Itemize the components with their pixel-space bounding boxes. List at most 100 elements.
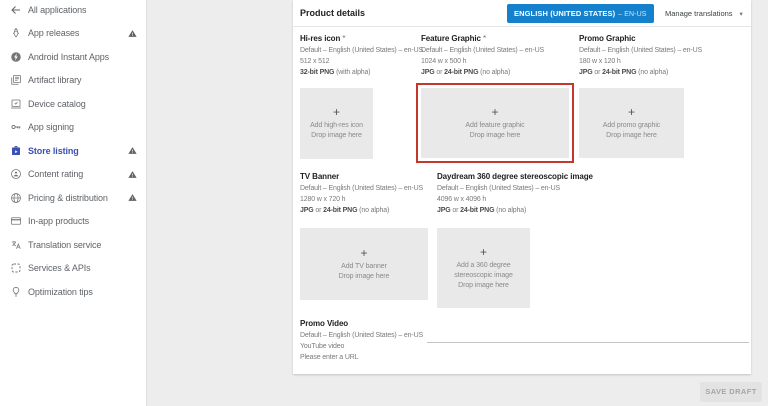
section-promo-graphic: Promo Graphic Default – English (United …	[579, 33, 702, 78]
asset-title: Hi-res icon	[300, 34, 340, 43]
warning-icon	[128, 193, 137, 202]
key-icon	[10, 121, 22, 133]
page-title: Product details	[300, 0, 365, 26]
sidebar-item-label: All applications	[28, 5, 86, 15]
asset-locale: Default – English (United States) – en-U…	[300, 330, 423, 341]
asset-format: JPG or 24-bit PNG (no alpha)	[579, 67, 702, 78]
sidebar-item-label: Artifact library	[28, 75, 81, 85]
warning-icon	[128, 29, 137, 38]
upload-action-label: Add TV banner	[341, 262, 387, 272]
sidebar-item-artifact-library[interactable]: Artifact library	[0, 69, 146, 93]
section-feature-graphic: Feature Graphic * Default – English (Uni…	[421, 33, 544, 78]
upload-dropzone-daydream-image[interactable]: + Add a 360 degree stereoscopic image Dr…	[437, 228, 530, 308]
sidebar-item-optimization-tips[interactable]: Optimization tips	[0, 280, 146, 304]
instant-apps-icon	[10, 51, 22, 63]
warning-icon	[128, 146, 137, 155]
asset-format: JPG or 24-bit PNG (no alpha)	[300, 205, 423, 216]
upload-hint-label: Drop image here	[606, 131, 657, 141]
asset-title: TV Banner	[300, 172, 339, 181]
section-hi-res-icon: Hi-res icon * Default – English (United …	[300, 33, 423, 78]
sidebar-item-in-app-products[interactable]: In-app products	[0, 210, 146, 234]
asset-locale: Default – English (United States) – en-U…	[300, 45, 423, 56]
upload-action-label: Add high-res icon	[310, 121, 363, 131]
sidebar-nav-list: All applications App releases Android Inst…	[0, 0, 146, 304]
sidebar-item-label: Android Instant Apps	[28, 52, 109, 62]
services-apis-icon	[10, 262, 22, 274]
asset-locale: Default – English (United States) – en-U…	[421, 45, 544, 56]
sidebar-item-label: Services & APIs	[28, 263, 91, 273]
language-name: ENGLISH (UNITED STATES)	[514, 9, 615, 18]
asset-size: 180 w x 120 h	[579, 56, 702, 67]
language-selector-button[interactable]: ENGLISH (UNITED STATES)– EN-US	[507, 4, 654, 23]
asset-format: JPG or 24-bit PNG (no alpha)	[421, 67, 544, 78]
upload-hint-label: Drop image here	[311, 131, 362, 141]
sidebar-item-label: Pricing & distribution	[28, 193, 108, 203]
content-rating-icon	[10, 168, 22, 180]
required-asterisk: *	[342, 34, 345, 43]
chevron-down-icon: ▾	[740, 11, 743, 18]
sidebar-item-translation-service[interactable]: Translation service	[0, 233, 146, 257]
sidebar-item-label: App releases	[28, 28, 79, 38]
rocket-icon	[10, 27, 22, 39]
upload-dropzone-feature-graphic[interactable]: + Add feature graphic Drop image here	[421, 88, 569, 158]
asset-title: Feature Graphic	[421, 34, 481, 43]
sidebar: All applications App releases Android Inst…	[0, 0, 147, 406]
card-icon	[10, 215, 22, 227]
asset-locale: Default – English (United States) – en-U…	[300, 183, 423, 194]
asset-locale: Default – English (United States) – en-U…	[579, 45, 702, 56]
asset-title: Promo Graphic	[579, 34, 636, 43]
sidebar-item-pricing-distribution[interactable]: Pricing & distribution	[0, 186, 146, 210]
asset-locale: Default – English (United States) – en-U…	[437, 183, 593, 194]
upload-action-label: Add feature graphic	[465, 121, 524, 131]
sidebar-item-services-apis[interactable]: Services & APIs	[0, 257, 146, 281]
upload-action-label: Add a 360 degree stereoscopic image	[443, 261, 524, 281]
plus-icon: +	[360, 247, 367, 259]
upload-dropzone-hi-res-icon[interactable]: + Add high-res icon Drop image here	[300, 88, 373, 159]
url-hint-label: Please enter a URL	[300, 352, 423, 363]
sidebar-item-app-releases[interactable]: App releases	[0, 22, 146, 46]
plus-icon: +	[628, 106, 635, 118]
sidebar-item-all-applications[interactable]: All applications	[0, 0, 146, 22]
asset-title: Promo Video	[300, 319, 348, 328]
asset-size: 1280 w x 720 h	[300, 194, 423, 205]
back-arrow-icon	[10, 4, 22, 16]
sidebar-item-label: In-app products	[28, 216, 89, 226]
sidebar-item-app-signing[interactable]: App signing	[0, 116, 146, 140]
sidebar-item-label: Store listing	[28, 146, 79, 156]
plus-icon: +	[480, 246, 487, 258]
artifact-library-icon	[10, 74, 22, 86]
sidebar-item-android-instant-apps[interactable]: Android Instant Apps	[0, 45, 146, 69]
required-asterisk: *	[483, 34, 486, 43]
plus-icon: +	[491, 106, 498, 118]
store-listing-icon	[10, 145, 22, 157]
upload-hint-label: Drop image here	[339, 272, 390, 282]
sidebar-item-label: Content rating	[28, 169, 83, 179]
sidebar-item-label: Translation service	[28, 240, 101, 250]
device-catalog-icon	[10, 98, 22, 110]
asset-size: 4096 w x 4096 h	[437, 194, 593, 205]
manage-translations-dropdown[interactable]: Manage translations▾	[665, 4, 743, 23]
warning-icon	[128, 170, 137, 179]
upload-hint-label: Drop image here	[458, 281, 509, 291]
upload-hint-label: Drop image here	[470, 131, 521, 141]
translate-icon	[10, 239, 22, 251]
promo-video-url-input[interactable]	[427, 330, 749, 343]
section-promo-video: Promo Video Default – English (United St…	[300, 318, 423, 363]
asset-format: 32-bit PNG (with alpha)	[300, 67, 423, 78]
upload-dropzone-tv-banner[interactable]: + Add TV banner Drop image here	[300, 228, 428, 300]
product-details-card: Product details ENGLISH (UNITED STATES)–…	[293, 0, 751, 374]
asset-title: Daydream 360 degree stereoscopic image	[437, 172, 593, 181]
upload-dropzone-promo-graphic[interactable]: + Add promo graphic Drop image here	[579, 88, 684, 158]
section-daydream-image: Daydream 360 degree stereoscopic image D…	[437, 171, 593, 216]
sidebar-item-label: App signing	[28, 122, 74, 132]
sidebar-item-device-catalog[interactable]: Device catalog	[0, 92, 146, 116]
sidebar-item-store-listing[interactable]: Store listing	[0, 139, 146, 163]
save-draft-button[interactable]: SAVE DRAFT	[700, 382, 762, 402]
plus-icon: +	[333, 106, 340, 118]
lightbulb-icon	[10, 286, 22, 298]
sidebar-item-label: Optimization tips	[28, 287, 93, 297]
sidebar-item-content-rating[interactable]: Content rating	[0, 163, 146, 187]
upload-action-label: Add promo graphic	[603, 121, 660, 131]
card-header: Product details ENGLISH (UNITED STATES)–…	[293, 0, 751, 27]
asset-format: JPG or 24-bit PNG (no alpha)	[437, 205, 593, 216]
